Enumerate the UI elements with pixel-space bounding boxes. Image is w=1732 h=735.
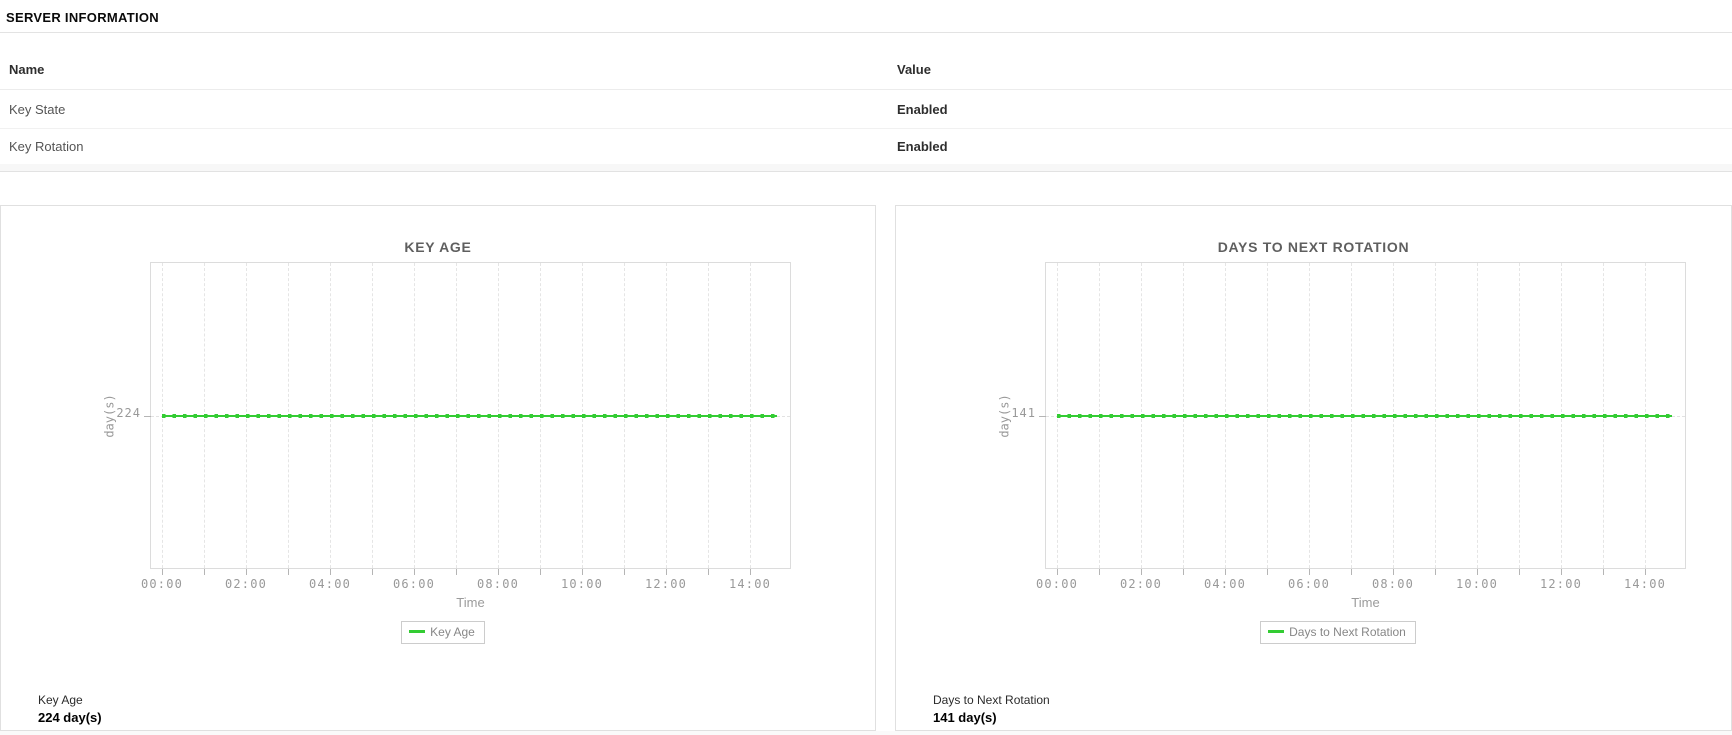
section-divider <box>0 164 1732 172</box>
x-axis-tick <box>1183 569 1184 575</box>
charts-row: KEY AGE day(s) 224 00:00 02:00 04:00 06:… <box>0 205 1732 731</box>
key-age-chart-plot: day(s) 224 00:00 02:00 04:00 06:00 08:00… <box>102 262 791 591</box>
page-title: SERVER INFORMATION <box>6 10 159 25</box>
x-axis-tick <box>1393 569 1394 575</box>
x-tick-label: 00:00 <box>1035 577 1079 591</box>
x-tick-label: 00:00 <box>140 577 184 591</box>
x-axis-tick <box>1603 569 1604 575</box>
x-axis-tick <box>1057 569 1058 575</box>
x-axis-tick <box>1309 569 1310 575</box>
x-tick-label: 06:00 <box>392 577 436 591</box>
column-header-name: Name <box>9 62 45 77</box>
x-axis-tick <box>1435 569 1436 575</box>
row-value: Enabled <box>897 101 948 117</box>
x-axis-tick <box>372 569 373 575</box>
y-axis-tick <box>1039 416 1046 417</box>
series-line-swatch <box>409 630 426 634</box>
series-line-swatch <box>1268 630 1285 634</box>
summary-label: Days to Next Rotation <box>933 693 1050 707</box>
x-axis-tick <box>1141 569 1142 575</box>
chart-title: DAYS TO NEXT ROTATION <box>1217 239 1410 255</box>
x-axis-title: Time <box>456 595 485 610</box>
x-axis-tick <box>750 569 751 575</box>
y-axis-tick <box>144 416 151 417</box>
y-axis-title: day(s) <box>102 393 116 438</box>
x-axis-tick <box>1099 569 1100 575</box>
legend-label: Key Age <box>430 625 475 639</box>
x-tick-label: 02:00 <box>224 577 268 591</box>
x-tick-label: 06:00 <box>1287 577 1331 591</box>
x-axis-tick <box>540 569 541 575</box>
x-tick-label: 12:00 <box>1539 577 1583 591</box>
x-axis-tick <box>708 569 709 575</box>
legend-key-age[interactable]: Key Age <box>401 621 485 644</box>
server-information-header: SERVER INFORMATION <box>0 0 1732 33</box>
x-axis-tick <box>1351 569 1352 575</box>
x-axis-tick <box>1267 569 1268 575</box>
x-axis-tick <box>1561 569 1562 575</box>
x-tick-label: 10:00 <box>1455 577 1499 591</box>
x-tick-label: 04:00 <box>308 577 352 591</box>
table-header-row: Name Value <box>0 33 1732 90</box>
legend-label: Days to Next Rotation <box>1289 625 1406 639</box>
x-tick-label: 12:00 <box>644 577 688 591</box>
x-axis-tick <box>582 569 583 575</box>
x-tick-label: 02:00 <box>1119 577 1163 591</box>
series-point-markers <box>162 414 777 418</box>
page-background-strip <box>0 731 1732 735</box>
column-header-value: Value <box>897 62 931 77</box>
x-axis-tick <box>162 569 163 575</box>
x-tick-label: 14:00 <box>1623 577 1667 591</box>
x-axis-tick <box>1519 569 1520 575</box>
summary-value: 141 day(s) <box>933 710 997 725</box>
x-axis-tick <box>666 569 667 575</box>
x-tick-label: 14:00 <box>728 577 772 591</box>
row-name: Key State <box>9 101 66 117</box>
days-to-next-rotation-panel: DAYS TO NEXT ROTATION day(s) 141 00:00 0… <box>895 205 1732 731</box>
series-point-markers <box>1057 414 1672 418</box>
x-axis-tick <box>414 569 415 575</box>
x-axis-tick <box>456 569 457 575</box>
y-tick-label: 224 <box>116 406 141 420</box>
days-to-next-rotation-summary: Days to Next Rotation 141 day(s) <box>933 693 1050 725</box>
y-axis-title: day(s) <box>997 393 1011 438</box>
x-axis-tick <box>288 569 289 575</box>
key-age-summary: Key Age 224 day(s) <box>38 693 102 725</box>
chart-title: KEY AGE <box>404 239 472 255</box>
table-row: Key State Enabled <box>0 90 1732 129</box>
x-axis-tick <box>330 569 331 575</box>
key-age-panel: KEY AGE day(s) 224 00:00 02:00 04:00 06:… <box>0 205 876 731</box>
x-axis-tick <box>1477 569 1478 575</box>
x-tick-label: 10:00 <box>560 577 604 591</box>
y-tick-label: 141 <box>1011 406 1036 420</box>
x-axis-tick <box>1645 569 1646 575</box>
x-axis-tick <box>498 569 499 575</box>
x-axis-tick <box>246 569 247 575</box>
legend-days-to-next-rotation[interactable]: Days to Next Rotation <box>1260 621 1416 644</box>
summary-label: Key Age <box>38 693 83 707</box>
summary-value: 224 day(s) <box>38 710 102 725</box>
days-to-next-rotation-chart-plot: day(s) 141 00:00 02:00 04:00 06:00 08:00… <box>997 262 1686 591</box>
row-value: Enabled <box>897 139 948 154</box>
x-axis-tick <box>624 569 625 575</box>
legend-row: Days to Next Rotation <box>988 621 1688 644</box>
row-name: Key Rotation <box>9 139 84 154</box>
x-axis-tick <box>204 569 205 575</box>
x-tick-label: 04:00 <box>1203 577 1247 591</box>
x-tick-label: 08:00 <box>1371 577 1415 591</box>
server-information-table: Name Value Key State Enabled Key Rotatio… <box>0 33 1732 164</box>
x-tick-label: 08:00 <box>476 577 520 591</box>
x-axis-title: Time <box>1351 595 1380 610</box>
x-axis-tick <box>1225 569 1226 575</box>
table-row: Key Rotation Enabled <box>0 129 1732 164</box>
legend-row: Key Age <box>93 621 793 644</box>
